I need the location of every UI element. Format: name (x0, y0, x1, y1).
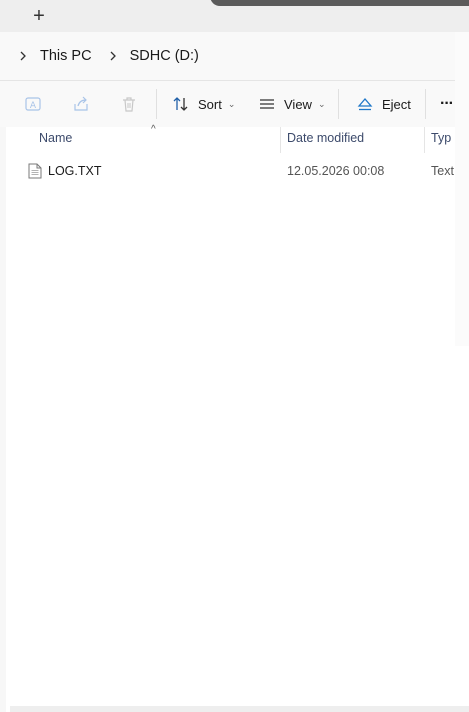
sort-icon (173, 97, 188, 111)
rename-icon[interactable]: A (23, 94, 43, 114)
left-pane-edge (0, 127, 6, 712)
sort-button[interactable]: Sort ⌄ (172, 90, 235, 118)
more-icon: ··· (440, 95, 454, 112)
tab-strip: + (0, 0, 469, 32)
column-divider[interactable] (424, 127, 425, 153)
chevron-down-icon: ⌄ (317, 98, 326, 109)
separator (338, 89, 339, 119)
text-file-icon (28, 163, 42, 179)
breadcrumb[interactable]: This PC SDHC (D:) (0, 32, 469, 81)
column-name[interactable]: Name (39, 131, 72, 145)
chevron-right-icon[interactable] (16, 49, 30, 63)
column-header: ^ Name Date modified Typ (0, 124, 469, 153)
view-list-icon (260, 99, 274, 109)
chevron-down-icon: ⌄ (227, 98, 236, 109)
horizontal-scrollbar[interactable] (10, 706, 469, 712)
svg-text:A: A (30, 101, 37, 111)
delete-icon[interactable] (119, 94, 139, 114)
file-date-modified: 12.05.2026 00:08 (287, 164, 385, 178)
file-row[interactable]: LOG.TXT 12.05.2026 00:08 Text (0, 153, 469, 189)
view-button[interactable]: View ⌄ (258, 90, 326, 118)
column-date-modified[interactable]: Date modified (287, 131, 364, 145)
window-titlebar-edge (210, 0, 469, 6)
breadcrumb-this-pc[interactable]: This PC (40, 48, 92, 64)
sort-label: Sort (198, 96, 222, 112)
eject-button[interactable]: Eject (356, 90, 411, 118)
column-type[interactable]: Typ (431, 131, 451, 145)
sort-ascending-caret-icon: ^ (151, 124, 156, 135)
chevron-right-icon[interactable] (106, 49, 120, 63)
right-pane-edge (455, 32, 469, 346)
separator (425, 89, 426, 119)
share-icon[interactable] (71, 94, 91, 114)
file-name: LOG.TXT (48, 164, 102, 178)
eject-icon (357, 98, 373, 111)
breadcrumb-sdhc-drive[interactable]: SDHC (D:) (130, 48, 199, 64)
view-label: View (284, 96, 312, 112)
command-bar: A Sort ⌄ View ⌄ Eject ··· (0, 81, 469, 128)
column-divider[interactable] (280, 127, 281, 153)
separator (156, 89, 157, 119)
eject-label: Eject (382, 96, 411, 112)
file-explorer-window: + This PC SDHC (D:) A Sort ⌄ View ⌄ Ejec… (0, 0, 469, 712)
more-options-button[interactable]: ··· (440, 90, 454, 118)
new-tab-button[interactable]: + (24, 3, 54, 29)
